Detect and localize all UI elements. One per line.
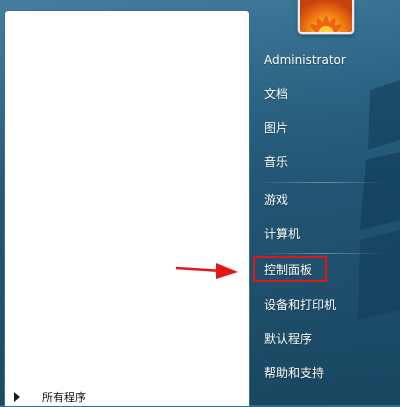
menu-item-music[interactable]: 音乐	[264, 151, 288, 173]
menu-item-default-programs[interactable]: 默认程序	[264, 328, 312, 350]
flower-icon	[310, 16, 342, 32]
triangle-right-icon	[14, 392, 20, 402]
menu-separator	[258, 182, 386, 183]
menu-separator	[258, 253, 386, 254]
control-panel-highlight-box	[253, 256, 327, 282]
menu-item-pictures[interactable]: 图片	[264, 117, 288, 139]
all-programs-label: 所有程序	[42, 391, 86, 404]
recent-programs-pane	[4, 10, 250, 407]
all-programs-button[interactable]: 所有程序	[10, 388, 240, 406]
menu-item-devices-printers[interactable]: 设备和打印机	[264, 294, 336, 316]
menu-item-games[interactable]: 游戏	[264, 189, 288, 211]
menu-item-help-support[interactable]: 帮助和支持	[264, 362, 324, 384]
red-pointer-arrow-icon	[176, 263, 238, 279]
user-avatar[interactable]	[298, 0, 354, 34]
menu-item-computer[interactable]: 计算机	[264, 223, 300, 245]
menu-item-documents[interactable]: 文档	[264, 83, 288, 105]
user-name-link[interactable]: Administrator	[264, 49, 346, 71]
windows-logo-decoration	[358, 80, 400, 320]
